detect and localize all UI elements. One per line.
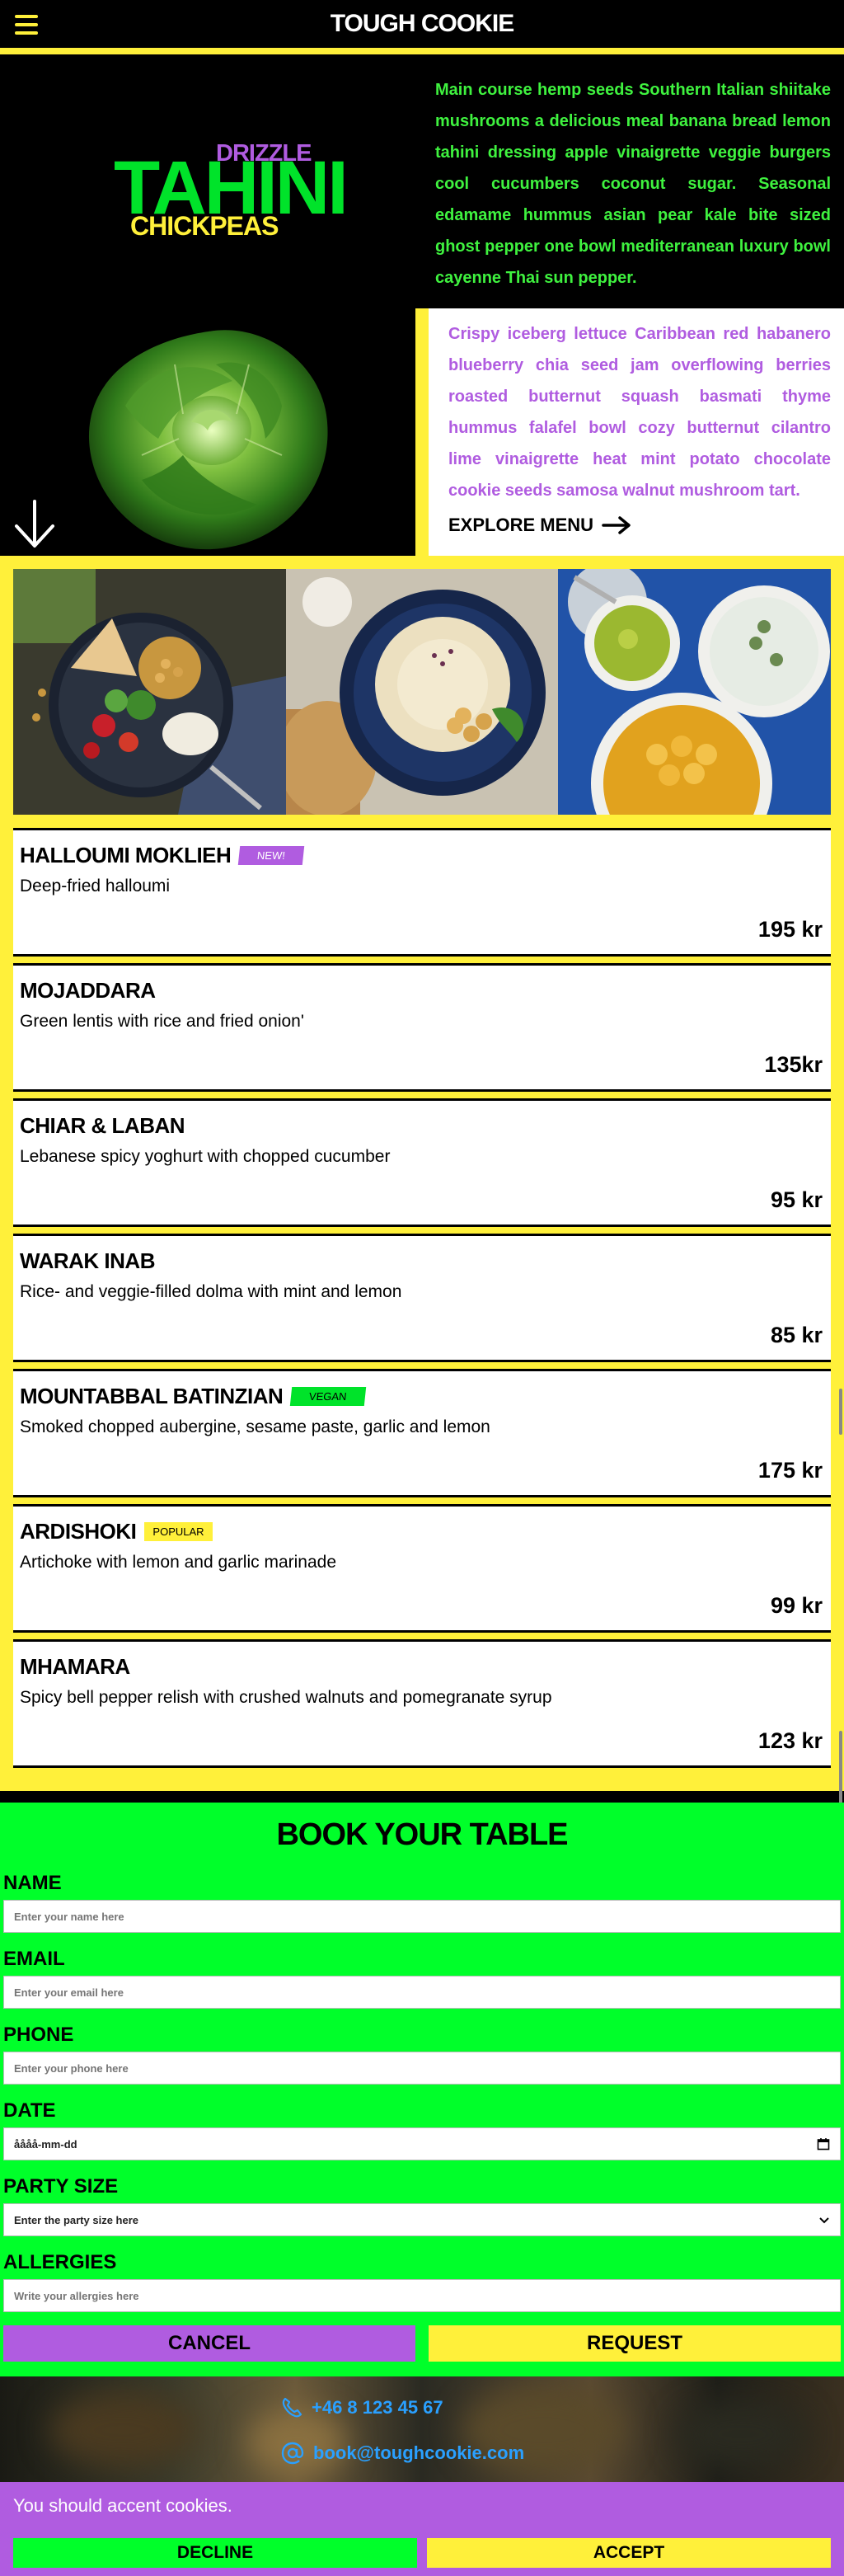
brand-logo-text[interactable]: TOUGH COOKIE bbox=[0, 10, 844, 38]
hero-intro-light: Crispy iceberg lettuce Caribbean red hab… bbox=[415, 308, 844, 556]
allergies-field[interactable] bbox=[3, 2279, 841, 2312]
phone-icon bbox=[282, 2397, 302, 2418]
arrow-right-icon bbox=[602, 516, 631, 534]
name-label: NAME bbox=[3, 1872, 62, 1894]
allergies-input[interactable] bbox=[14, 2289, 830, 2302]
menu-item-description: Spicy bell pepper relish with crushed wa… bbox=[20, 1688, 552, 1707]
date-field[interactable]: åååå-mm-dd bbox=[3, 2127, 841, 2160]
badge-vegan: VEGAN bbox=[290, 1386, 367, 1406]
date-label: DATE bbox=[3, 2099, 56, 2122]
menu-item-description: Artichoke with lemon and garlic marinade bbox=[20, 1553, 337, 1572]
gallery-photo-hummus bbox=[285, 569, 559, 815]
menu-item-price: 123 kr bbox=[757, 1728, 823, 1753]
contact-email[interactable]: book@toughcookie.com bbox=[280, 2441, 524, 2466]
menu-item-name: ARDISHOKI bbox=[20, 1518, 137, 1544]
menu-item[interactable]: MOJADDARA Green lentis with rice and fri… bbox=[13, 963, 831, 1092]
request-button[interactable]: REQUEST bbox=[429, 2325, 841, 2362]
party-size-value: Enter the party size here bbox=[14, 2213, 138, 2226]
menu-item-price: 175 kr bbox=[757, 1458, 823, 1483]
menu-item-price: 99 kr bbox=[770, 1593, 823, 1618]
menu-list: HALLOUMI MOKLIEH NEW! Deep-fried halloum… bbox=[13, 828, 831, 1775]
menu-item-price: 195 kr bbox=[757, 917, 823, 942]
menu-item-description: Rice- and veggie-filled dolma with mint … bbox=[20, 1282, 402, 1301]
lettuce-image-area bbox=[0, 308, 415, 556]
email-label: EMAIL bbox=[3, 1948, 65, 1970]
party-size-label: PARTY SIZE bbox=[3, 2175, 119, 2198]
menu-item-description: Smoked chopped aubergine, sesame paste, … bbox=[20, 1417, 490, 1436]
gallery-photo-dips bbox=[558, 569, 832, 815]
menu-item-name: MOJADDARA bbox=[20, 977, 156, 1003]
menu-item[interactable]: WARAK INAB Rice- and veggie-filled dolma… bbox=[13, 1234, 831, 1362]
menu-item-name: MHAMARA bbox=[20, 1653, 130, 1679]
art-word-bottom: CHICKPEAS bbox=[130, 211, 279, 241]
email-field[interactable] bbox=[3, 1976, 841, 2009]
menu-item-name: HALLOUMI MOKLIEH bbox=[20, 842, 232, 867]
lettuce-image bbox=[88, 330, 328, 550]
contact-email-text: book@toughcookie.com bbox=[313, 2442, 525, 2463]
name-field[interactable] bbox=[3, 1900, 841, 1933]
decline-button[interactable]: DECLINE bbox=[13, 2538, 417, 2568]
explore-menu-link[interactable]: EXPLORE MENU bbox=[448, 515, 831, 536]
chevron-down-icon bbox=[819, 2217, 829, 2224]
menu-item-price: 85 kr bbox=[770, 1323, 823, 1347]
contact-phone[interactable]: +46 8 123 45 67 bbox=[280, 2396, 443, 2419]
menu-item-description: Green lentis with rice and fried onion' bbox=[20, 1012, 304, 1031]
menu-item[interactable]: CHIAR & LABAN Lebanese spicy yoghurt wit… bbox=[13, 1098, 831, 1227]
phone-label: PHONE bbox=[3, 2024, 74, 2046]
menu-section: HALLOUMI MOKLIEH NEW! Deep-fried halloum… bbox=[0, 556, 844, 2197]
badge-popular: POPULAR bbox=[144, 1521, 213, 1541]
food-gallery bbox=[13, 569, 832, 815]
accept-button[interactable]: ACCEPT bbox=[427, 2538, 831, 2568]
hero-intro-dark: Main course hemp seeds Southern Italian … bbox=[415, 61, 844, 308]
hero-secondary-text: Crispy iceberg lettuce Caribbean red hab… bbox=[448, 325, 831, 500]
phone-field[interactable] bbox=[3, 2052, 841, 2085]
menu-item-description: Deep-fried halloumi bbox=[20, 877, 171, 895]
menu-item[interactable]: MOUNTABBAL BATINZIAN VEGAN Smoked choppe… bbox=[13, 1369, 831, 1497]
menu-item[interactable]: ARDISHOKI POPULAR Artichoke with lemon a… bbox=[13, 1504, 831, 1633]
email-input[interactable] bbox=[14, 1986, 830, 1999]
menu-item[interactable]: HALLOUMI MOKLIEH NEW! Deep-fried halloum… bbox=[13, 828, 831, 957]
contact-section: +46 8 123 45 67 book@toughcookie.com bbox=[0, 2376, 844, 2482]
phone-input[interactable] bbox=[14, 2061, 830, 2075]
gallery-photo-salad bbox=[13, 569, 286, 815]
cookie-banner: You should accent cookies. DECLINE ACCEP… bbox=[0, 2482, 844, 2576]
contact-phone-text: +46 8 123 45 67 bbox=[312, 2397, 443, 2418]
menu-item-price: 135kr bbox=[764, 1052, 823, 1077]
menu-item-name: MOUNTABBAL BATINZIAN bbox=[20, 1383, 284, 1408]
name-input[interactable] bbox=[14, 1910, 830, 1923]
calendar-icon[interactable] bbox=[817, 2137, 830, 2151]
explore-menu-label: EXPLORE MENU bbox=[448, 515, 594, 535]
at-sign-icon bbox=[281, 2442, 304, 2465]
hero-typography-art: TAHINI DRIZZLE CHICKPEAS bbox=[0, 61, 415, 308]
arrow-down-icon[interactable] bbox=[12, 498, 58, 551]
art-word-top: DRIZZLE bbox=[216, 140, 312, 167]
badge-new: NEW! bbox=[238, 845, 305, 865]
menu-item-name: WARAK INAB bbox=[20, 1248, 156, 1273]
top-navigation-bar: TOUGH COOKIE bbox=[0, 0, 844, 54]
cookie-message: You should accent cookies. bbox=[13, 2495, 232, 2516]
allergies-label: ALLERGIES bbox=[3, 2251, 117, 2273]
menu-item-name: CHIAR & LABAN bbox=[20, 1112, 185, 1138]
menu-item-description: Lebanese spicy yoghurt with chopped cucu… bbox=[20, 1147, 391, 1166]
booking-title: BOOK YOUR TABLE bbox=[276, 1817, 568, 1852]
booking-form: BOOK YOUR TABLE NAME EMAIL PHONE DATE åå… bbox=[0, 1803, 844, 2376]
menu-item[interactable]: MHAMARA Spicy bell pepper relish with cr… bbox=[13, 1639, 831, 1768]
menu-item-price: 95 kr bbox=[770, 1187, 823, 1212]
hero-intro-text: Main course hemp seeds Southern Italian … bbox=[435, 81, 831, 287]
date-value: åååå-mm-dd bbox=[14, 2137, 77, 2151]
party-size-select[interactable]: Enter the party size here bbox=[3, 2203, 841, 2236]
cancel-button[interactable]: CANCEL bbox=[3, 2325, 415, 2362]
